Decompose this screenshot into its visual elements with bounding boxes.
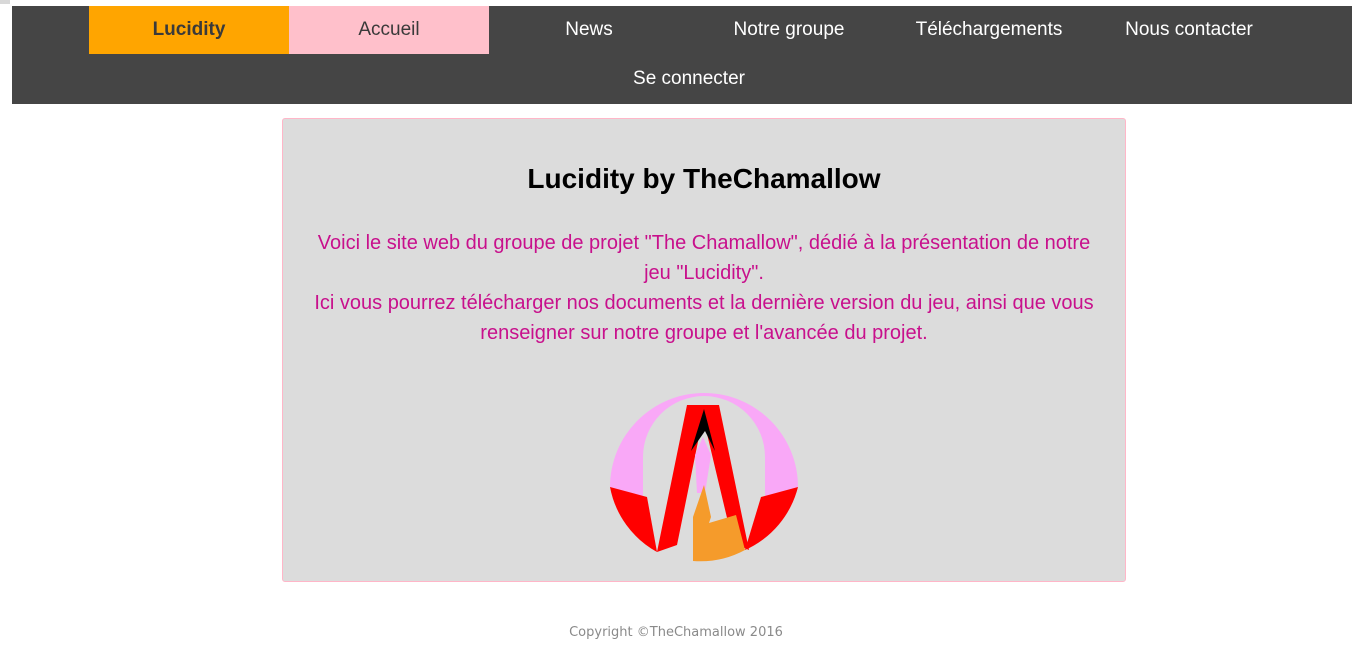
logo-pink-stroke (695, 437, 711, 493)
nav-item-telechargements[interactable]: Téléchargements (889, 6, 1089, 54)
nav-row-secondary: Se connecter (589, 55, 789, 103)
nav-item-notre-groupe[interactable]: Notre groupe (689, 6, 889, 54)
top-navbar: Lucidity Accueil News Notre groupe Téléc… (12, 6, 1352, 104)
nav-item-accueil[interactable]: Accueil (289, 6, 489, 54)
nav-row-primary: Lucidity Accueil News Notre groupe Téléc… (89, 6, 1289, 54)
intro-text: Voici le site web du groupe de projet "T… (313, 228, 1095, 348)
nav-item-se-connecter[interactable]: Se connecter (589, 55, 789, 103)
intro-paragraph-2: Ici vous pourrez télécharger nos documen… (314, 292, 1094, 344)
main-content-box: Lucidity by TheChamallow Voici le site w… (282, 118, 1126, 582)
lucidity-logo (610, 392, 798, 562)
corner-mark (0, 0, 10, 4)
intro-paragraph-1: Voici le site web du groupe de projet "T… (317, 232, 1091, 284)
logo-red-left-segment (610, 487, 657, 552)
nav-item-news[interactable]: News (489, 6, 689, 54)
page-title: Lucidity by TheChamallow (527, 163, 881, 194)
footer-copyright: Copyright ©TheChamallow 2016 (569, 625, 783, 640)
nav-brand-lucidity[interactable]: Lucidity (89, 6, 289, 54)
nav-item-nous-contacter[interactable]: Nous contacter (1089, 6, 1289, 54)
logo-red-right-segment (745, 487, 798, 550)
